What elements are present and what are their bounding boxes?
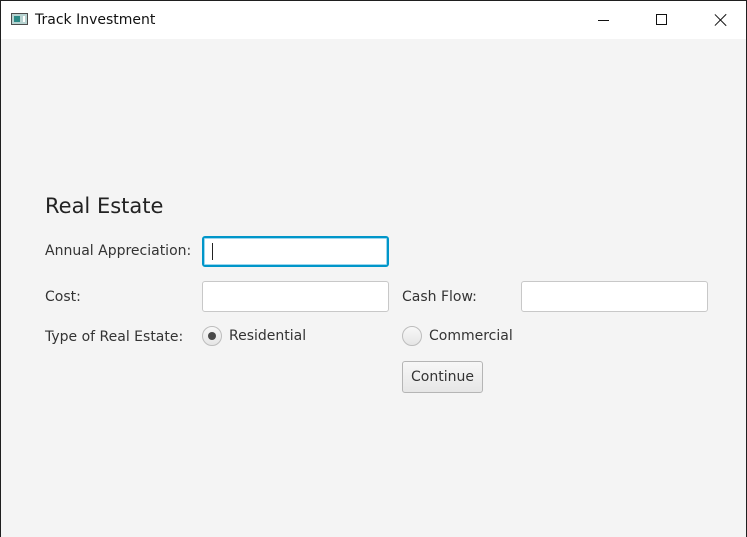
- maximize-button[interactable]: [639, 1, 685, 39]
- section-title: Real Estate: [45, 194, 164, 218]
- cost-input[interactable]: [202, 281, 389, 312]
- annual-appreciation-label: Annual Appreciation:: [45, 243, 192, 259]
- annual-appreciation-input[interactable]: [202, 236, 389, 267]
- real-estate-form: Real Estate Annual Appreciation: Cost: C…: [1, 39, 746, 537]
- cost-label: Cost:: [45, 289, 81, 305]
- window-title: Track Investment: [35, 12, 156, 28]
- continue-button[interactable]: Continue: [402, 361, 483, 393]
- minimize-icon: [598, 20, 609, 21]
- app-icon: [11, 13, 28, 25]
- maximize-icon: [656, 14, 667, 25]
- close-icon: [714, 13, 728, 27]
- cash-flow-input[interactable]: [521, 281, 708, 312]
- close-button[interactable]: [698, 1, 744, 39]
- type-of-real-estate-label: Type of Real Estate:: [45, 329, 184, 345]
- selected-dot-icon: [208, 332, 216, 340]
- cash-flow-label: Cash Flow:: [402, 289, 477, 305]
- commercial-radio-icon: [402, 326, 422, 346]
- text-caret: [212, 243, 213, 260]
- title-bar: Track Investment: [1, 1, 746, 39]
- residential-radio-icon: [202, 326, 222, 346]
- residential-label: Residential: [229, 328, 307, 344]
- commercial-label: Commercial: [429, 328, 513, 344]
- track-investment-window: Track Investment Real Estate Annual Appr…: [0, 0, 747, 537]
- minimize-button[interactable]: [581, 1, 627, 39]
